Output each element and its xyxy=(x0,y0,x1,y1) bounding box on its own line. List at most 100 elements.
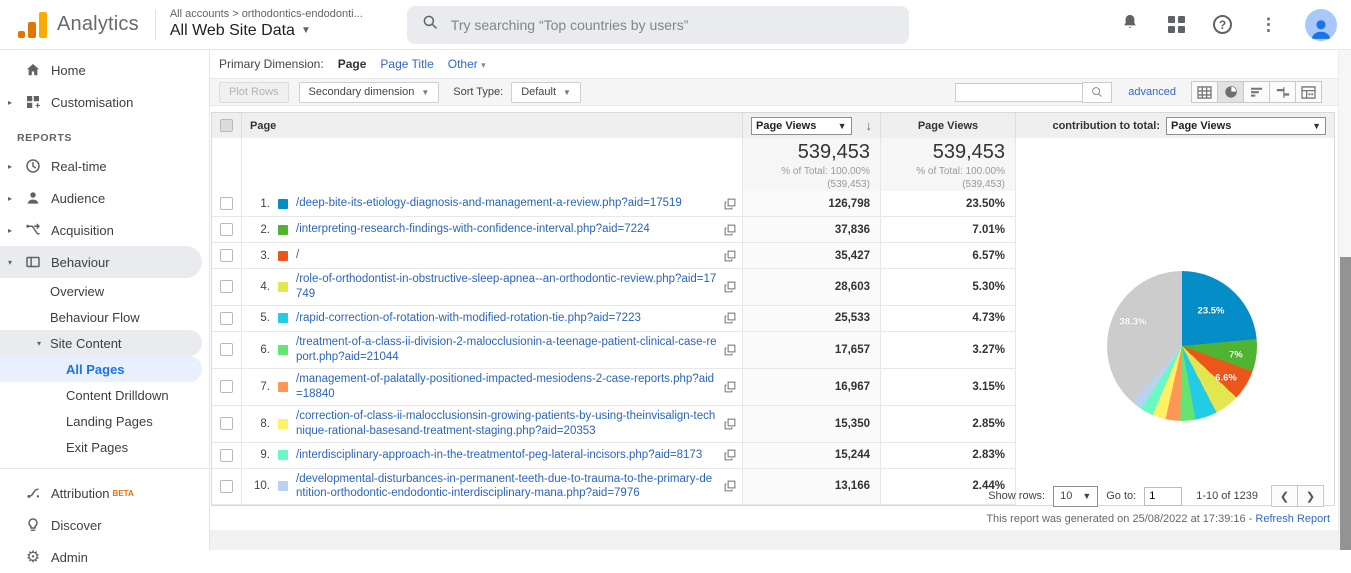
goto-page-input[interactable] xyxy=(1144,487,1182,506)
dimension-page-title[interactable]: Page Title xyxy=(380,57,433,71)
secondary-dimension-button[interactable]: Secondary dimension▼ xyxy=(299,82,440,103)
page-url-link[interactable]: /treatment-of-a-class-ii-division-2-malo… xyxy=(296,335,718,365)
view-percentage-button[interactable] xyxy=(1217,81,1244,103)
series-color-swatch xyxy=(278,419,288,429)
row-number: 2. xyxy=(248,224,270,236)
open-in-new-icon[interactable] xyxy=(718,312,736,324)
sidebar-item-home[interactable]: Home xyxy=(0,54,209,86)
prev-page-button[interactable]: ❮ xyxy=(1271,485,1298,507)
view-comparison-button[interactable] xyxy=(1269,81,1296,103)
sidebar-item-audience[interactable]: ▸ Audience xyxy=(0,182,209,214)
scrollbar-thumb[interactable] xyxy=(1340,257,1351,550)
totals-pageviews-2: 539,453 % of Total: 100.00% (539,453) xyxy=(881,138,1016,191)
sidebar-item-landing-pages[interactable]: Landing Pages xyxy=(0,408,209,434)
page-cell: 10. /developmental-disturbances-in-perma… xyxy=(242,469,743,506)
row-checkbox[interactable] xyxy=(220,380,233,393)
row-checkbox[interactable] xyxy=(220,343,233,356)
apps-grid-icon[interactable] xyxy=(1168,16,1185,33)
dimension-other[interactable]: Other ▾ xyxy=(448,57,486,71)
global-search[interactable] xyxy=(407,6,909,44)
row-checkbox[interactable] xyxy=(220,249,233,262)
sidebar-item-behaviour-flow[interactable]: Behaviour Flow xyxy=(0,304,209,330)
row-checkbox[interactable] xyxy=(220,312,233,325)
open-in-new-icon[interactable] xyxy=(718,250,736,262)
contribution-pie-chart[interactable]: 23.5%7%6.6%38.3% xyxy=(1107,271,1257,421)
page-url-link[interactable]: /developmental-disturbances-in-permanent… xyxy=(296,472,718,502)
page-url-link[interactable]: / xyxy=(296,248,299,263)
series-color-swatch xyxy=(278,251,288,261)
sidebar-item-content-drilldown[interactable]: Content Drilldown xyxy=(0,382,209,408)
sidebar-item-overview[interactable]: Overview xyxy=(0,278,209,304)
pageviews-metric-select[interactable]: Page Views▼ xyxy=(751,117,852,135)
open-in-new-icon[interactable] xyxy=(718,480,736,492)
beta-badge: BETA xyxy=(113,489,134,498)
advanced-link[interactable]: advanced xyxy=(1128,86,1176,98)
page-url-link[interactable]: /interpreting-research-findings-with-con… xyxy=(296,222,650,237)
page-url-link[interactable]: /role-of-orthodontist-in-obstructive-sle… xyxy=(296,272,718,302)
sidebar-item-site-content[interactable]: ▾ Site Content xyxy=(0,330,202,356)
sidebar-item-acquisition[interactable]: ▸ Acquisition xyxy=(0,214,209,246)
contribution-metric-select[interactable]: Page Views▼ xyxy=(1166,117,1326,135)
sidebar-item-attribution[interactable]: Attribution BETA xyxy=(0,477,209,509)
row-checkbox[interactable] xyxy=(220,223,233,236)
gear-icon: ⚙ xyxy=(24,548,42,566)
sidebar-item-all-pages[interactable]: All Pages xyxy=(0,356,202,382)
view-pivot-button[interactable] xyxy=(1295,81,1322,103)
notifications-bell-icon[interactable] xyxy=(1120,12,1140,37)
primary-dimension-label: Primary Dimension: xyxy=(219,57,324,71)
page-url-link[interactable]: /interdisciplinary-approach-in-the-treat… xyxy=(296,448,702,463)
next-page-button[interactable]: ❯ xyxy=(1297,485,1324,507)
pageviews-value: 15,244 xyxy=(743,443,881,469)
view-performance-button[interactable] xyxy=(1243,81,1270,103)
page-url-link[interactable]: /rapid-correction-of-rotation-with-modif… xyxy=(296,311,641,326)
open-in-new-icon[interactable] xyxy=(718,198,736,210)
open-in-new-icon[interactable] xyxy=(718,281,736,293)
more-vert-icon[interactable]: ⋮ xyxy=(1260,15,1277,35)
sort-descending-icon[interactable]: ↓ xyxy=(866,118,873,133)
sidebar-item-exit-pages[interactable]: Exit Pages xyxy=(0,434,209,460)
pageviews-column-header[interactable]: Page Views xyxy=(881,113,1016,138)
page-cell: 9. /interdisciplinary-approach-in-the-tr… xyxy=(242,443,743,469)
vertical-scrollbar[interactable] xyxy=(1338,50,1351,550)
help-icon[interactable]: ? xyxy=(1213,15,1232,34)
show-rows-select[interactable]: 10▼ xyxy=(1053,486,1098,507)
sort-type-button[interactable]: Default▼ xyxy=(511,82,581,103)
page-background xyxy=(210,530,1338,550)
account-selector[interactable]: All accounts > orthodontics-endodonti...… xyxy=(170,8,363,42)
open-in-new-icon[interactable] xyxy=(718,381,736,393)
series-color-swatch xyxy=(278,199,288,209)
row-number: 5. xyxy=(248,312,270,324)
page-column-header[interactable]: Page xyxy=(242,113,743,138)
sidebar-item-admin[interactable]: ⚙ Admin xyxy=(0,541,209,573)
open-in-new-icon[interactable] xyxy=(718,344,736,356)
table-filter-input[interactable] xyxy=(955,83,1083,102)
page-cell: 8. /correction-of-class-ii-malocclusions… xyxy=(242,406,743,443)
open-in-new-icon[interactable] xyxy=(718,418,736,430)
dimension-page[interactable]: Page xyxy=(338,57,367,71)
row-checkbox[interactable] xyxy=(220,480,233,493)
sidebar-item-realtime[interactable]: ▸ Real-time xyxy=(0,150,209,182)
open-in-new-icon[interactable] xyxy=(718,449,736,461)
sidebar-item-customisation[interactable]: ▸ Customisation xyxy=(0,86,209,118)
select-all-checkbox[interactable] xyxy=(220,119,233,132)
goto-label: Go to: xyxy=(1106,490,1136,502)
row-checkbox[interactable] xyxy=(220,449,233,462)
open-in-new-icon[interactable] xyxy=(718,224,736,236)
avatar[interactable] xyxy=(1305,9,1337,41)
search-input[interactable] xyxy=(451,17,895,33)
view-table-button[interactable] xyxy=(1191,81,1218,103)
chevron-down-icon: ▼ xyxy=(563,88,571,97)
plot-rows-button[interactable]: Plot Rows xyxy=(219,82,289,103)
row-checkbox[interactable] xyxy=(220,280,233,293)
page-cell: 2. /interpreting-research-findings-with-… xyxy=(242,217,743,243)
page-url-link[interactable]: /management-of-palatally-positioned-impa… xyxy=(296,372,718,402)
pageviews-value: 35,427 xyxy=(743,243,881,269)
page-url-link[interactable]: /correction-of-class-ii-malocclusionsin-… xyxy=(296,409,718,439)
refresh-report-link[interactable]: Refresh Report xyxy=(1255,513,1330,525)
row-checkbox[interactable] xyxy=(220,417,233,430)
table-filter-search-button[interactable] xyxy=(1082,82,1112,103)
page-url-link[interactable]: /deep-bite-its-etiology-diagnosis-and-ma… xyxy=(296,196,682,211)
sidebar-item-discover[interactable]: Discover xyxy=(0,509,209,541)
row-checkbox[interactable] xyxy=(220,197,233,210)
sidebar-item-behaviour[interactable]: ▾ Behaviour xyxy=(0,246,202,278)
